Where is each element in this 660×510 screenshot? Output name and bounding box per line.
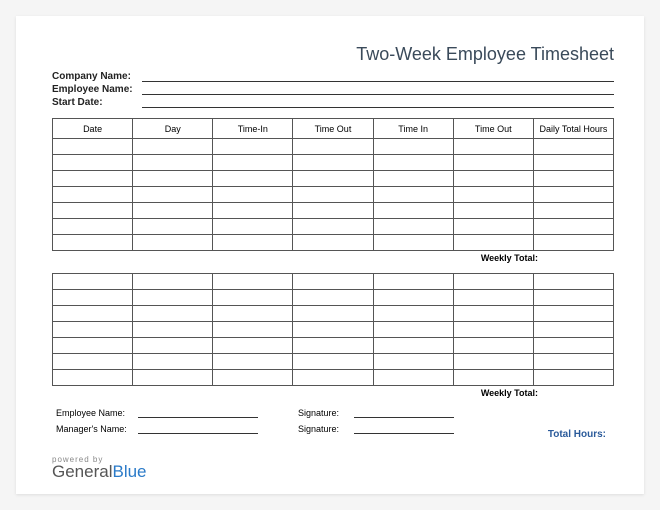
employee-sig-label: Employee Name: xyxy=(52,408,138,418)
table-row[interactable] xyxy=(53,187,614,203)
col-timeout1: Time Out xyxy=(293,119,373,139)
week1-total-label: Weekly Total: xyxy=(52,253,614,263)
signature-section: Employee Name: Signature: Manager's Name… xyxy=(52,408,614,434)
table-row[interactable] xyxy=(53,235,614,251)
table-row[interactable] xyxy=(53,322,614,338)
timesheet-document: Two-Week Employee Timesheet Company Name… xyxy=(16,16,644,494)
table-row[interactable] xyxy=(53,219,614,235)
start-date-row: Start Date: xyxy=(52,97,614,108)
employee-signature-field[interactable] xyxy=(354,408,454,418)
table-row[interactable] xyxy=(53,171,614,187)
table-row[interactable] xyxy=(53,354,614,370)
signature-label-1: Signature: xyxy=(298,408,354,418)
col-day: Day xyxy=(133,119,213,139)
manager-signature-field[interactable] xyxy=(354,424,454,434)
manager-sig-name-field[interactable] xyxy=(138,424,258,434)
table-row[interactable] xyxy=(53,274,614,290)
signature-label-2: Signature: xyxy=(298,424,354,434)
employee-sig-name-field[interactable] xyxy=(138,408,258,418)
total-hours-label: Total Hours: xyxy=(548,429,606,440)
brand-logo: GeneralBlue xyxy=(52,462,147,482)
week2-table xyxy=(52,273,614,386)
week2-total-label: Weekly Total: xyxy=(52,388,614,398)
start-date-field[interactable] xyxy=(142,98,614,108)
employee-name-label: Employee Name: xyxy=(52,84,142,95)
manager-sig-label: Manager's Name: xyxy=(52,424,138,434)
employee-name-row: Employee Name: xyxy=(52,84,614,95)
page-title: Two-Week Employee Timesheet xyxy=(52,44,614,65)
employee-signature-row: Employee Name: Signature: xyxy=(52,408,614,418)
table-row[interactable] xyxy=(53,370,614,386)
company-name-field[interactable] xyxy=(142,72,614,82)
table-row[interactable] xyxy=(53,290,614,306)
start-date-label: Start Date: xyxy=(52,97,142,108)
meta-section: Company Name: Employee Name: Start Date: xyxy=(52,71,614,108)
brand-general-text: General xyxy=(52,462,112,481)
company-name-label: Company Name: xyxy=(52,71,142,82)
manager-signature-row: Manager's Name: Signature: xyxy=(52,424,614,434)
col-date: Date xyxy=(53,119,133,139)
week1-table: Date Day Time-In Time Out Time In Time O… xyxy=(52,118,614,251)
company-name-row: Company Name: xyxy=(52,71,614,82)
table-row[interactable] xyxy=(53,306,614,322)
col-timein1: Time-In xyxy=(213,119,293,139)
branding: powered by GeneralBlue xyxy=(52,455,147,482)
table-row[interactable] xyxy=(53,139,614,155)
table-row[interactable] xyxy=(53,203,614,219)
col-timeout2: Time Out xyxy=(453,119,533,139)
table-row[interactable] xyxy=(53,155,614,171)
col-dailytotal: Daily Total Hours xyxy=(533,119,613,139)
employee-name-field[interactable] xyxy=(142,85,614,95)
col-timein2: Time In xyxy=(373,119,453,139)
table-row[interactable] xyxy=(53,338,614,354)
brand-blue-text: Blue xyxy=(112,462,146,481)
